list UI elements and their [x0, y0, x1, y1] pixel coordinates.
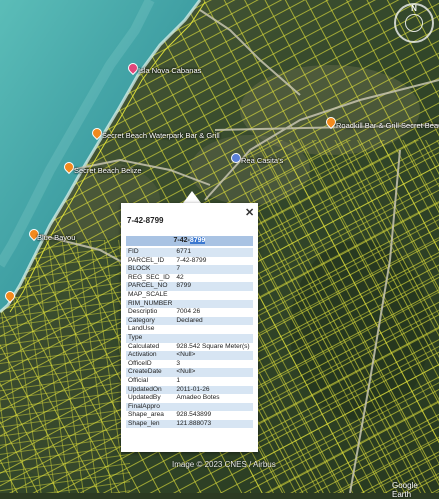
- attribute-value: 6771: [174, 248, 253, 257]
- attribute-value: 3: [174, 359, 253, 369]
- attribute-row: Shape_area 928.543899: [126, 411, 253, 420]
- attribute-key: Category: [126, 316, 175, 326]
- attribute-row: Descriptio 7004 26: [126, 308, 253, 317]
- attribute-row: LandUse: [126, 325, 253, 334]
- attribute-row: BLOCK 7: [126, 265, 253, 274]
- poi-label-roadkill[interactable]: Roadkill Bar & Grill Secret Beach: [336, 121, 439, 130]
- attribute-row: Official 1: [126, 376, 253, 386]
- attribute-key: FinalAppro: [126, 402, 175, 412]
- attribute-row: UpdatedOn 2011-01-26: [126, 385, 253, 395]
- attribute-row: FinalAppro: [126, 402, 253, 412]
- attribute-value: Declared: [174, 316, 253, 326]
- google-earth-logo: Google Earth: [392, 481, 418, 499]
- attribute-row: RIM_NUMBER: [126, 299, 253, 309]
- attribute-key: RIM_NUMBER: [126, 299, 175, 309]
- attribute-value: 121.888073: [174, 419, 253, 429]
- attribute-value: 928.543899: [174, 411, 253, 420]
- attribute-row: Category Declared: [126, 316, 253, 326]
- attribute-row: MAP_SCALE: [126, 290, 253, 300]
- attribute-value: 7-42-8799: [174, 256, 253, 266]
- attribute-value: 1: [174, 376, 253, 386]
- close-icon[interactable]: ✕: [245, 206, 254, 219]
- poi-label-waterpark[interactable]: Secret Beach Waterpark Bar & Grill: [102, 131, 220, 140]
- compass-north-label: N: [411, 4, 417, 13]
- compass-icon[interactable]: N: [394, 3, 434, 43]
- popup-pointer: [183, 191, 201, 203]
- attribute-key: PARCEL_ID: [126, 256, 175, 266]
- attribute-key: Shape_len: [126, 419, 175, 429]
- attribute-key: Calculated: [126, 342, 175, 352]
- attribute-value: [174, 290, 253, 300]
- parcel-info-popup: 7-42-8799 ✕ 7-42-8799 FID 6771 PARCEL_ID 7-…: [121, 203, 258, 452]
- attribute-row: PARCEL_ID 7-42-8799: [126, 256, 253, 266]
- attribute-row: Type: [126, 333, 253, 343]
- imagery-attribution: Image © 2023 CNES / Airbus: [172, 460, 276, 469]
- attribute-value: [174, 325, 253, 334]
- poi-label-isla-nova[interactable]: Isla Nova Cabanas: [138, 66, 201, 75]
- attribute-key: LandUse: [126, 325, 175, 334]
- attribute-key: UpdatedOn: [126, 385, 175, 395]
- popup-header-highlight: 8799: [189, 237, 206, 244]
- attribute-value: [174, 333, 253, 343]
- popup-header-bar: 7-42-8799: [126, 236, 253, 246]
- popup-header-prefix: 7-42-: [173, 237, 190, 244]
- attribute-value: 7: [174, 265, 253, 274]
- poi-label-rea-casitas[interactable]: Rea Casita's: [241, 156, 283, 165]
- poi-pin-icon[interactable]: [231, 153, 241, 163]
- poi-label-blue-bayou[interactable]: Blue Bayou: [37, 233, 75, 242]
- attribute-key: Official: [126, 376, 175, 386]
- attribute-key: Shape_area: [126, 411, 175, 420]
- attribute-row: REG_SEC_ID 42: [126, 273, 253, 283]
- attribute-row: OfficeID 3: [126, 359, 253, 369]
- attribute-row: PARCEL_NO 8799: [126, 282, 253, 291]
- attribute-value: 42: [174, 273, 253, 283]
- attribute-row: Activation <Null>: [126, 351, 253, 360]
- attribute-row: FID 6771: [126, 248, 253, 257]
- attribute-row: Shape_len 121.888073: [126, 419, 253, 429]
- poi-label-secret-beach[interactable]: Secret Beach Belize: [74, 166, 142, 175]
- attribute-table: FID 6771 PARCEL_ID 7-42-8799 BLOCK 7 REG_SEC_I…: [126, 248, 253, 429]
- attribute-value: <Null>: [174, 351, 253, 360]
- attribute-key: OfficeID: [126, 359, 175, 369]
- attribute-key: REG_SEC_ID: [126, 273, 175, 283]
- attribute-row: CreateDate <Null>: [126, 368, 253, 377]
- attribute-key: FID: [126, 248, 175, 257]
- attribute-key: Type: [126, 333, 175, 343]
- attribute-row: UpdatedBy Amadeo Botes: [126, 394, 253, 403]
- attribute-row: Calculated 928.542 Square Meter(s): [126, 342, 253, 352]
- popup-title: 7-42-8799: [127, 216, 164, 225]
- attribute-key: Descriptio: [126, 308, 175, 317]
- attribute-key: PARCEL_NO: [126, 282, 175, 291]
- attribute-value: 7004 26: [174, 308, 253, 317]
- attribute-key: MAP_SCALE: [126, 290, 175, 300]
- attribute-key: BLOCK: [126, 265, 175, 274]
- attribute-value: 8799: [174, 282, 253, 291]
- attribute-key: CreateDate: [126, 368, 175, 377]
- attribute-value: Amadeo Botes: [174, 394, 253, 403]
- attribute-key: Activation: [126, 351, 175, 360]
- attribute-key: UpdatedBy: [126, 394, 175, 403]
- attribute-value: <Null>: [174, 368, 253, 377]
- compass-ring: [405, 14, 423, 32]
- attribute-value: 2011-01-26: [174, 385, 253, 395]
- attribute-value: 928.542 Square Meter(s): [174, 342, 253, 352]
- attribute-value: [174, 402, 253, 412]
- attribute-value: [174, 299, 253, 309]
